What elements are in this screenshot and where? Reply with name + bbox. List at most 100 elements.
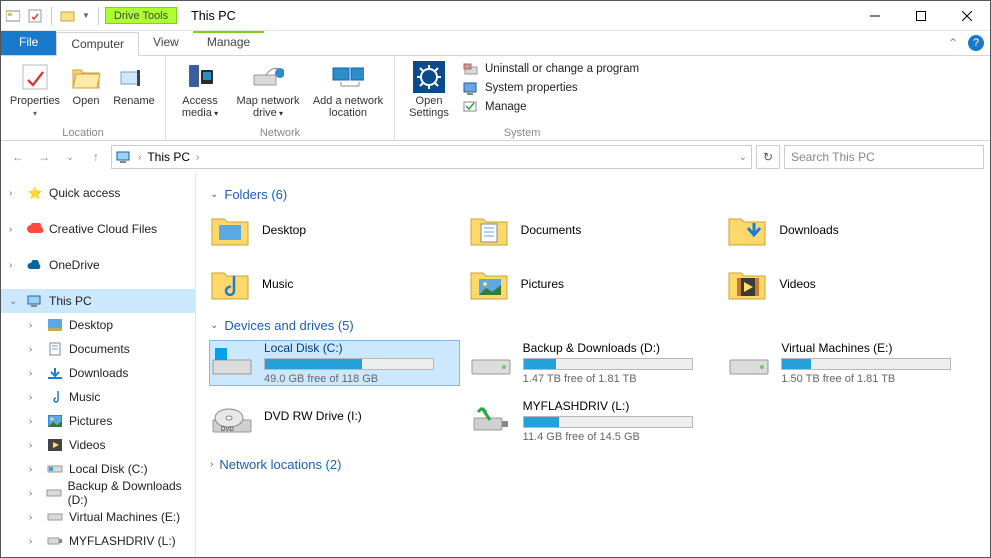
section-header-folders[interactable]: ⌄Folders (6) <box>210 187 976 202</box>
group-label-system: System <box>401 125 643 140</box>
section-header-drives[interactable]: ⌄Devices and drives (5) <box>210 318 976 333</box>
access-media-label: Access media <box>172 95 228 120</box>
maximize-button[interactable] <box>898 1 944 31</box>
sidebar-item-onedrive[interactable]: ›OneDrive <box>1 253 195 277</box>
up-button[interactable]: ↑ <box>85 146 107 168</box>
properties-label: Properties <box>10 95 60 107</box>
forward-button[interactable]: → <box>33 146 55 168</box>
qat-new-folder-icon[interactable] <box>60 8 76 24</box>
sidebar-item-pictures[interactable]: ›Pictures <box>1 409 195 433</box>
search-placeholder: Search This PC <box>791 150 875 164</box>
sidebar-item-this-pc[interactable]: ⌄This PC <box>1 289 195 313</box>
group-label-network: Network <box>172 125 388 140</box>
drive-name: MYFLASHDRIV (L:) <box>523 399 700 413</box>
open-settings-label: Open Settings <box>401 95 457 119</box>
manage-link[interactable]: Manage <box>463 99 639 115</box>
sidebar-item-vm-e[interactable]: ›Virtual Machines (E:) <box>1 505 195 529</box>
search-input[interactable]: Search This PC <box>784 145 984 169</box>
minimize-button[interactable] <box>852 1 898 31</box>
add-network-location-button[interactable]: Add a network location <box>308 59 388 121</box>
folder-music[interactable]: Music <box>210 264 459 304</box>
address-dropdown-icon[interactable]: ⌄ <box>739 152 747 163</box>
sidebar-item-backup-d[interactable]: ›Backup & Downloads (D:) <box>1 481 195 505</box>
sidebar-item-quick-access[interactable]: ›⭐Quick access <box>1 181 195 205</box>
folder-pictures[interactable]: Pictures <box>469 264 718 304</box>
folder-desktop[interactable]: Desktop <box>210 210 459 250</box>
address-bar[interactable]: › This PC › ⌄ <box>111 145 752 169</box>
rename-icon <box>118 61 150 93</box>
sidebar-item-documents[interactable]: ›Documents <box>1 337 195 361</box>
properties-icon <box>19 61 51 93</box>
tab-manage[interactable]: Manage <box>193 31 264 55</box>
help-icon[interactable]: ? <box>968 35 984 51</box>
pictures-folder-icon <box>469 265 509 303</box>
drive-backup-d[interactable]: Backup & Downloads (D:) 1.47 TB free of … <box>469 341 718 385</box>
app-icon <box>5 8 21 24</box>
drive-free-text: 49.0 GB free of 118 GB <box>264 373 441 385</box>
capacity-bar <box>264 358 434 370</box>
sidebar-item-local-disk-c[interactable]: ›Local Disk (C:) <box>1 457 195 481</box>
qat-dropdown-icon[interactable]: ▼ <box>82 11 90 20</box>
chevron-right-icon[interactable]: › <box>138 152 141 163</box>
music-icon <box>47 389 63 405</box>
chevron-right-icon: › <box>210 459 213 470</box>
tab-computer[interactable]: Computer <box>56 32 139 56</box>
recent-dropdown[interactable]: ⌄ <box>59 146 81 168</box>
back-button[interactable]: ← <box>7 146 29 168</box>
open-folder-icon <box>70 61 102 93</box>
drive-icon <box>47 461 63 477</box>
folders-grid: Desktop Documents Downloads Music Pictur… <box>210 210 976 304</box>
open-button[interactable]: Open <box>65 59 107 109</box>
drive-icon <box>46 485 62 501</box>
sidebar-item-creative-cloud[interactable]: ›Creative Cloud Files <box>1 217 195 241</box>
drive-dvd[interactable]: DVD DVD RW Drive (I:) <box>210 399 459 443</box>
contextual-tab-drive-tools[interactable]: Drive Tools <box>105 7 177 24</box>
downloads-folder-icon <box>727 211 767 249</box>
qat-sep <box>51 7 52 25</box>
system-properties-link[interactable]: System properties <box>463 80 639 96</box>
capacity-bar <box>523 358 693 370</box>
sidebar-item-downloads[interactable]: ›Downloads <box>1 361 195 385</box>
rename-button[interactable]: Rename <box>109 59 159 109</box>
close-button[interactable] <box>944 1 990 31</box>
access-media-button[interactable]: Access media <box>172 59 228 122</box>
drive-flash-l[interactable]: MYFLASHDRIV (L:) 11.4 GB free of 14.5 GB <box>469 399 718 443</box>
section-header-network[interactable]: ›Network locations (2) <box>210 457 976 472</box>
drive-name: Virtual Machines (E:) <box>781 341 958 355</box>
address-location[interactable]: This PC <box>147 150 190 164</box>
system-properties-icon <box>463 80 479 96</box>
capacity-bar <box>781 358 951 370</box>
open-settings-button[interactable]: Open Settings <box>401 59 457 121</box>
sidebar-item-videos[interactable]: ›Videos <box>1 433 195 457</box>
sidebar-item-desktop[interactable]: ›Desktop <box>1 313 195 337</box>
minimize-ribbon-icon[interactable]: ⌃ <box>948 36 958 50</box>
navigation-pane: ›⭐Quick access ›Creative Cloud Files ›On… <box>1 173 196 557</box>
cc-icon <box>27 221 43 237</box>
ribbon-group-network: Access media Map network drive Add a net… <box>166 56 395 140</box>
qat-properties-icon[interactable] <box>27 8 43 24</box>
tab-view[interactable]: View <box>139 31 193 55</box>
folder-downloads[interactable]: Downloads <box>727 210 976 250</box>
dvd-drive-icon: DVD <box>210 399 254 439</box>
sidebar-item-music[interactable]: ›Music <box>1 385 195 409</box>
drive-free-text: 1.50 TB free of 1.81 TB <box>781 373 958 385</box>
pc-icon <box>27 293 43 309</box>
drives-grid: Local Disk (C:) 49.0 GB free of 118 GB B… <box>210 341 976 443</box>
map-drive-button[interactable]: Map network drive <box>230 59 306 122</box>
sidebar-item-flash-l[interactable]: ›MYFLASHDRIV (L:) <box>1 529 195 553</box>
refresh-button[interactable]: ↻ <box>756 145 780 169</box>
properties-button[interactable]: Properties ▾ <box>7 59 63 120</box>
capacity-bar <box>523 416 693 428</box>
pc-icon <box>116 149 132 165</box>
hdd-icon <box>469 341 513 381</box>
folder-documents[interactable]: Documents <box>469 210 718 250</box>
tab-file[interactable]: File <box>1 31 56 55</box>
drive-local-c[interactable]: Local Disk (C:) 49.0 GB free of 118 GB <box>210 341 459 385</box>
pictures-icon <box>47 413 63 429</box>
usb-drive-icon <box>469 399 513 439</box>
chevron-right-icon[interactable]: › <box>196 152 199 163</box>
videos-icon <box>47 437 63 453</box>
folder-videos[interactable]: Videos <box>727 264 976 304</box>
uninstall-program-link[interactable]: Uninstall or change a program <box>463 61 639 77</box>
drive-vm-e[interactable]: Virtual Machines (E:) 1.50 TB free of 1.… <box>727 341 976 385</box>
